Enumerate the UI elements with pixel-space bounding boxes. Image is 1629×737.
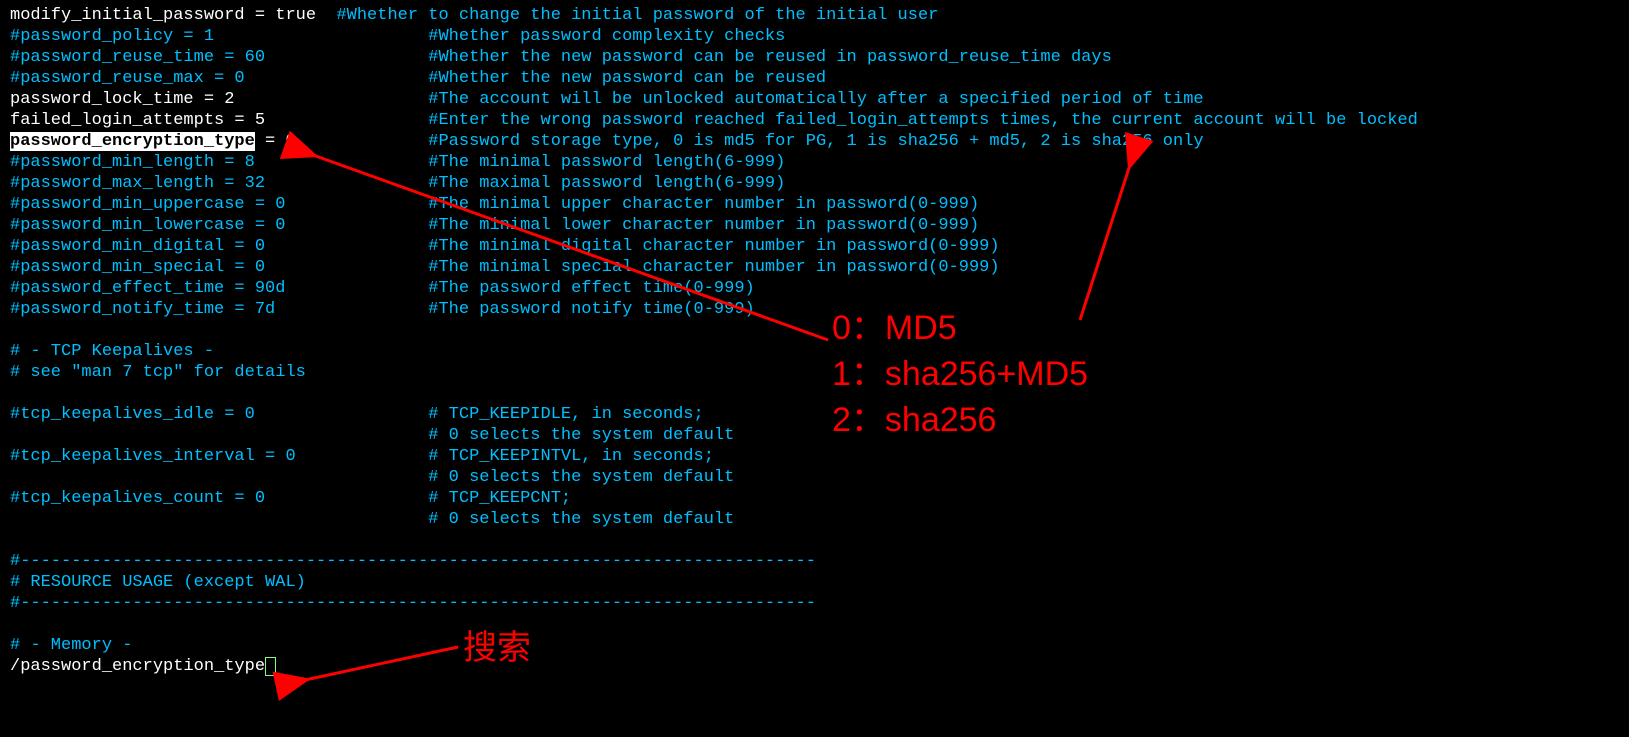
code-text: #password_min_digital = 0 #The minimal d… bbox=[10, 237, 1000, 256]
code-text: # - TCP Keepalives - bbox=[10, 342, 214, 361]
code-text: # - Memory - bbox=[10, 636, 132, 655]
code-text: # RESOURCE USAGE (except WAL) bbox=[10, 573, 306, 592]
code-text: modify_initial_password = true bbox=[10, 6, 336, 25]
code-text: #password_effect_time = 90d #The passwor… bbox=[10, 279, 755, 298]
code-text: #tcp_keepalives_interval = 0 # TCP_KEEPI… bbox=[10, 447, 714, 466]
code-text: #Whether to change the initial password … bbox=[336, 6, 938, 25]
terminal-cursor bbox=[265, 657, 276, 676]
code-text: #password_policy = 1 #Whether password c… bbox=[10, 27, 785, 46]
code-text: # 0 selects the system default bbox=[10, 426, 734, 445]
code-text: #---------------------------------------… bbox=[10, 552, 816, 571]
code-text: #password_min_length = 8 #The minimal pa… bbox=[10, 153, 785, 172]
code-text: password_encryption_type bbox=[10, 132, 255, 151]
code-text: # see "man 7 tcp" for details bbox=[10, 363, 306, 382]
code-text: #---------------------------------------… bbox=[10, 594, 816, 613]
code-text: #Enter the wrong password reached failed… bbox=[428, 111, 1418, 130]
terminal-code-view: modify_initial_password = true #Whether … bbox=[0, 0, 1629, 682]
code-text: #tcp_keepalives_idle = 0 # TCP_KEEPIDLE,… bbox=[10, 405, 704, 424]
code-text: = 0 bbox=[255, 132, 428, 151]
code-text: #password_min_lowercase = 0 #The minimal… bbox=[10, 216, 979, 235]
code-text: #password_notify_time = 7d #The password… bbox=[10, 300, 755, 319]
code-text: #The account will be unlocked automatica… bbox=[428, 90, 1203, 109]
code-text: #password_reuse_time = 60 #Whether the n… bbox=[10, 48, 1112, 67]
code-text: failed_login_attempts = 5 bbox=[10, 111, 428, 130]
code-text: #password_min_special = 0 #The minimal s… bbox=[10, 258, 1000, 277]
code-text: #password_reuse_max = 0 #Whether the new… bbox=[10, 69, 826, 88]
code-text: #password_min_uppercase = 0 #The minimal… bbox=[10, 195, 979, 214]
code-text: # 0 selects the system default bbox=[10, 468, 734, 487]
code-text: password_lock_time = 2 bbox=[10, 90, 428, 109]
code-text: /password_encryption_type bbox=[10, 657, 265, 676]
code-text: #tcp_keepalives_count = 0 # TCP_KEEPCNT; bbox=[10, 489, 571, 508]
code-text: #password_max_length = 32 #The maximal p… bbox=[10, 174, 785, 193]
code-text: #Password storage type, 0 is md5 for PG,… bbox=[428, 132, 1203, 151]
code-text: # 0 selects the system default bbox=[10, 510, 734, 529]
